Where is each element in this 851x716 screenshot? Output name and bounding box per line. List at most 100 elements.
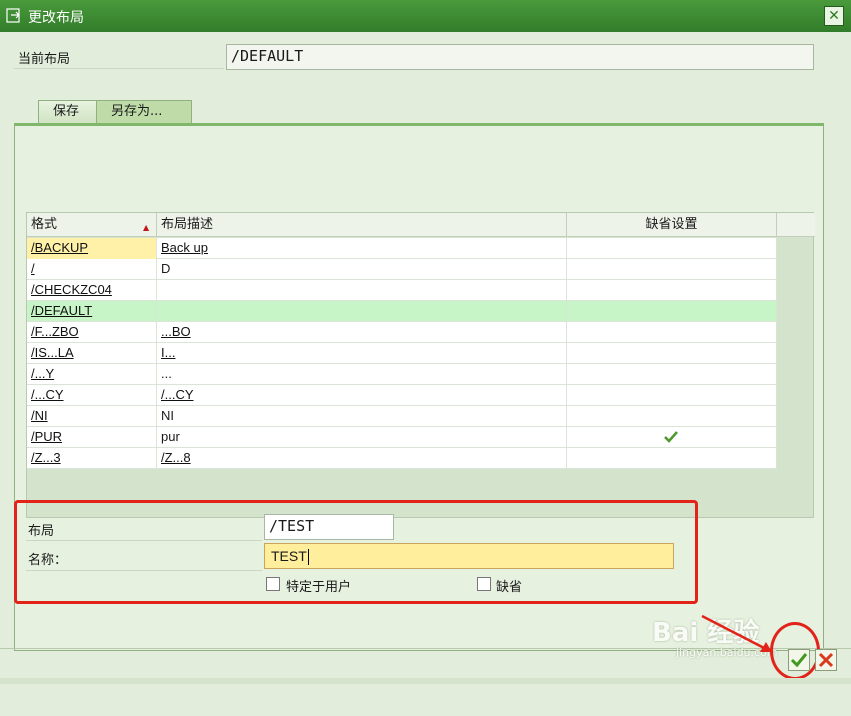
cell-default: [567, 322, 777, 343]
cell-default: [567, 280, 777, 301]
cell-default: [567, 301, 777, 322]
col-desc-header[interactable]: 布局描述: [157, 213, 567, 237]
user-specific-label: 特定于用户: [286, 580, 352, 595]
cell-format[interactable]: /DEFAULT: [27, 301, 157, 322]
cell-default: [567, 238, 777, 259]
divider: [26, 570, 262, 571]
cell-default: [567, 259, 777, 280]
tab-save-as[interactable]: 另存为...: [96, 100, 192, 124]
title-bar: 更改布局 ✕: [0, 0, 851, 32]
cancel-button[interactable]: [815, 649, 837, 671]
cell-default: [567, 343, 777, 364]
format-link[interactable]: /Z...3: [31, 450, 61, 465]
current-layout-field: /DEFAULT: [226, 44, 814, 70]
table-row[interactable]: /Z...3 /Z...8: [27, 448, 777, 469]
sort-ascending-icon: ▲: [143, 223, 150, 232]
layout-label: 布局: [28, 524, 55, 539]
tab-save-label: 保存: [53, 104, 80, 119]
format-link[interactable]: /BACKUP: [31, 240, 88, 255]
name-input[interactable]: TEST: [264, 543, 674, 569]
format-link[interactable]: /...CY: [31, 387, 64, 402]
cell-default: [567, 448, 777, 469]
format-link[interactable]: /...Y: [31, 366, 54, 381]
desc-text: I...: [161, 345, 176, 360]
desc-text: /Z...8: [161, 450, 191, 465]
desc-text: /...CY: [161, 387, 194, 402]
window-icon: [6, 8, 20, 23]
table-header: 格式 ▲ 布局描述 缺省设置: [27, 213, 815, 237]
footer-strip: [0, 678, 851, 684]
window-title: 更改布局: [28, 10, 84, 26]
format-link[interactable]: /F...ZBO: [31, 324, 79, 339]
col-desc-label: 布局描述: [161, 217, 214, 232]
default-check-icon: [664, 431, 678, 443]
cell-desc: [157, 280, 567, 301]
user-specific-checkbox[interactable]: [266, 577, 280, 591]
table-row[interactable]: /PUR pur: [27, 427, 777, 448]
layout-input[interactable]: /TEST: [264, 514, 394, 540]
desc-text: Back up: [161, 240, 208, 255]
cell-format[interactable]: /CHECKZC04: [27, 280, 157, 301]
cell-format[interactable]: /Z...3: [27, 448, 157, 469]
table-row[interactable]: /CHECKZC04: [27, 280, 777, 301]
col-format-header[interactable]: 格式 ▲: [27, 213, 157, 237]
cell-format[interactable]: /F...ZBO: [27, 322, 157, 343]
col-format-label: 格式: [31, 217, 58, 232]
desc-text: pur: [161, 429, 180, 444]
table-row[interactable]: /...CY /...CY: [27, 385, 777, 406]
cell-format[interactable]: /...CY: [27, 385, 157, 406]
cell-format[interactable]: /BACKUP: [27, 238, 157, 259]
cell-format[interactable]: /IS...LA: [27, 343, 157, 364]
cell-desc: NI: [157, 406, 567, 427]
text-caret: [307, 549, 309, 566]
cell-format[interactable]: /PUR: [27, 427, 157, 448]
table-row[interactable]: /F...ZBO ...BO: [27, 322, 777, 343]
format-link[interactable]: /DEFAULT: [31, 303, 92, 318]
cell-desc: D: [157, 259, 567, 280]
format-link[interactable]: /: [31, 261, 35, 276]
col-default-header[interactable]: 缺省设置: [567, 213, 777, 237]
format-link[interactable]: /CHECKZC04: [31, 282, 112, 297]
cell-format[interactable]: /: [27, 259, 157, 280]
col-default-label: 缺省设置: [645, 217, 698, 232]
cell-default: [567, 385, 777, 406]
cell-default: [567, 364, 777, 385]
table-row[interactable]: /BACKUP Back up: [27, 238, 777, 259]
default-label: 缺省: [496, 580, 523, 595]
cell-desc: pur: [157, 427, 567, 448]
cancel-x-icon: [818, 652, 834, 668]
current-layout-label: 当前布局: [18, 52, 71, 67]
table-row-selected[interactable]: /DEFAULT: [27, 301, 777, 322]
cell-default: [567, 406, 777, 427]
desc-text: NI: [161, 408, 174, 423]
table-row[interactable]: /...Y ...: [27, 364, 777, 385]
tab-save[interactable]: 保存: [38, 100, 98, 124]
name-label: 名称：: [28, 553, 68, 568]
tab-save-as-label: 另存为...: [111, 104, 163, 119]
format-link[interactable]: /PUR: [31, 429, 62, 444]
name-input-value: TEST: [271, 548, 307, 564]
desc-text: ...BO: [161, 324, 191, 339]
annotation-arrow: [701, 614, 772, 652]
cell-desc: I...: [157, 343, 567, 364]
close-icon[interactable]: ✕: [824, 6, 844, 26]
divider: [14, 68, 224, 69]
cell-desc: [157, 301, 567, 322]
cell-desc: /...CY: [157, 385, 567, 406]
format-link[interactable]: /IS...LA: [31, 345, 74, 360]
default-checkbox[interactable]: [477, 577, 491, 591]
format-link[interactable]: /NI: [31, 408, 48, 423]
cell-desc: /Z...8: [157, 448, 567, 469]
table-row[interactable]: / D: [27, 259, 777, 280]
ok-check-icon: [790, 653, 808, 668]
table-row[interactable]: /NI NI: [27, 406, 777, 427]
layout-table: 格式 ▲ 布局描述 缺省设置 /BACKUP Back up / D /CHEC…: [26, 212, 815, 518]
desc-text: ...: [161, 366, 172, 381]
cell-format[interactable]: /NI: [27, 406, 157, 427]
ok-button[interactable]: [788, 649, 810, 671]
cell-desc: ...BO: [157, 322, 567, 343]
cell-desc: ...: [157, 364, 567, 385]
table-row[interactable]: /IS...LA I...: [27, 343, 777, 364]
cell-format[interactable]: /...Y: [27, 364, 157, 385]
divider: [26, 540, 262, 541]
